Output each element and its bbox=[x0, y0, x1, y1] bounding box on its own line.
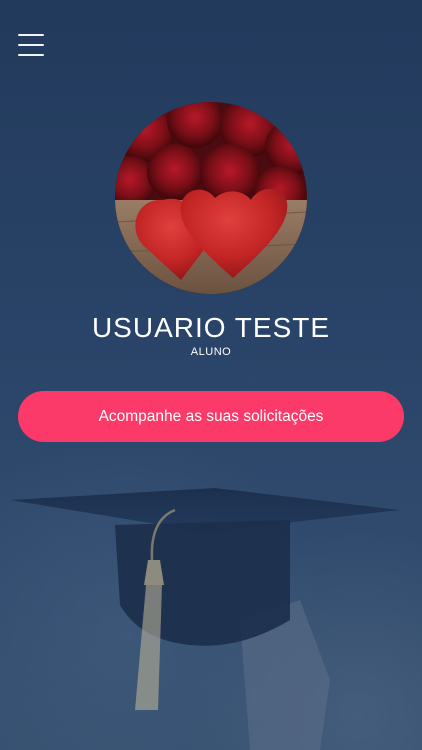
track-requests-button[interactable]: Acompanhe as suas solicitações bbox=[18, 391, 404, 442]
avatar[interactable] bbox=[115, 102, 307, 294]
menu-button[interactable] bbox=[18, 34, 44, 56]
user-role: ALUNO bbox=[190, 346, 232, 358]
hamburger-menu-icon-line-1 bbox=[18, 34, 44, 36]
avatar-photo bbox=[115, 102, 307, 294]
user-name: USUARIO TESTE bbox=[91, 312, 331, 343]
hamburger-menu-icon-line-2 bbox=[18, 44, 44, 46]
graduation-cap-background-icon bbox=[10, 488, 400, 750]
hamburger-menu-icon-line-3 bbox=[18, 54, 44, 56]
